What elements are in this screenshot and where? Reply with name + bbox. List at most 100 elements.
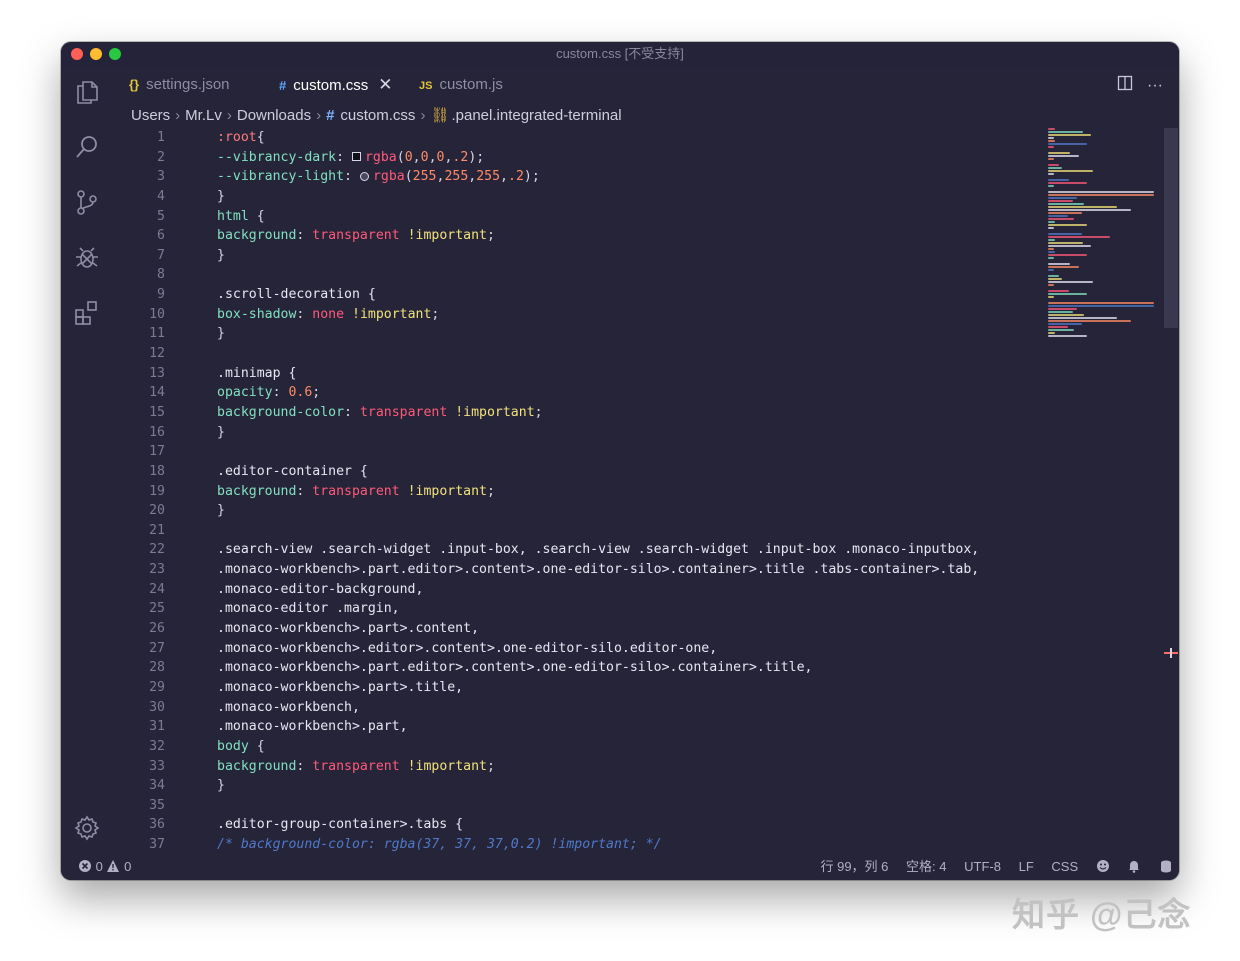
source-control-icon[interactable] <box>73 188 101 216</box>
code-line[interactable]: 31 .monaco-workbench>.part, <box>113 717 1173 737</box>
code-line[interactable]: 11} <box>113 324 1173 344</box>
code-line[interactable]: 6 background: transparent !important; <box>113 226 1173 246</box>
language-mode[interactable]: CSS <box>1051 859 1078 874</box>
search-icon[interactable] <box>73 133 101 161</box>
code-line[interactable]: 32 body { <box>113 737 1173 757</box>
error-count: 0 <box>95 859 103 874</box>
code-line[interactable]: 36 .editor-group-container>.tabs { <box>113 815 1173 835</box>
minimap[interactable] <box>1046 128 1166 348</box>
code-line[interactable]: 2 --vibrancy-dark: rgba(0,0,0,.2); <box>113 148 1173 168</box>
code-line[interactable]: 16} <box>113 423 1173 443</box>
line-number: 11 <box>149 326 165 342</box>
minimap-line <box>1048 179 1069 181</box>
settings-gear-icon[interactable] <box>73 814 101 842</box>
minimap-line <box>1048 233 1083 235</box>
minimize-window-button[interactable] <box>90 48 102 60</box>
window-title: custom.css [不受支持] <box>556 46 684 61</box>
breadcrumb-item[interactable]: Users <box>131 107 170 124</box>
code-line[interactable]: 27 .monaco-workbench>.editor>.content>.on… <box>113 639 1173 659</box>
code-line[interactable]: 8 <box>113 265 1173 285</box>
code-text: --vibrancy-dark: rgba(0,0,0,.2); <box>217 149 485 165</box>
cursor-position[interactable]: 行 99，列 6 <box>820 859 888 874</box>
feedback-smiley-icon[interactable] <box>1096 859 1114 874</box>
breadcrumb-symbol[interactable]: .panel.integrated-terminal <box>451 107 621 124</box>
code-editor[interactable]: 1:root{2 --vibrancy-dark: rgba(0,0,0,.2);… <box>113 128 1173 854</box>
line-number: 6 <box>157 228 165 244</box>
line-number: 36 <box>149 817 165 833</box>
notifications-bell-icon[interactable] <box>1127 859 1145 874</box>
breadcrumb-item[interactable]: Downloads <box>237 107 311 124</box>
code-line[interactable]: 9 .scroll-decoration { <box>113 285 1173 305</box>
encoding[interactable]: UTF-8 <box>964 859 1001 874</box>
color-swatch-icon[interactable] <box>359 171 369 181</box>
minimap-line <box>1048 194 1154 196</box>
code-line[interactable]: 5 html { <box>113 207 1173 227</box>
minimap-line <box>1048 203 1085 205</box>
minimap-line <box>1048 242 1084 244</box>
indentation[interactable]: 空格: 4 <box>906 859 946 874</box>
line-number: 7 <box>157 247 165 263</box>
problems-indicator[interactable]: 0 0 <box>78 854 131 880</box>
code-line[interactable]: 7} <box>113 246 1173 266</box>
code-line[interactable]: 30 .monaco-workbench, <box>113 698 1173 718</box>
chevron-right-icon: › <box>226 107 232 124</box>
line-number: 5 <box>157 208 165 224</box>
code-line[interactable]: 17 <box>113 442 1173 462</box>
minimap-line <box>1048 251 1055 253</box>
code-line[interactable]: 14 opacity: 0.6; <box>113 383 1173 403</box>
code-line[interactable]: 25 .monaco-editor .margin, <box>113 599 1173 619</box>
end-of-line[interactable]: LF <box>1019 859 1034 874</box>
close-icon[interactable]: ✕ <box>378 75 392 94</box>
tab-custom-js[interactable]: JS custom.js <box>419 66 503 104</box>
code-text: } <box>217 247 225 263</box>
minimap-line <box>1048 239 1055 241</box>
code-line[interactable]: 26 .monaco-workbench>.part>.content, <box>113 619 1173 639</box>
code-line[interactable]: 1:root{ <box>113 128 1173 148</box>
code-line[interactable]: 23 .monaco-workbench>.part.editor>.conten… <box>113 560 1173 580</box>
code-text: .monaco-workbench>.part.editor>.content>… <box>217 562 980 578</box>
watermark: 知乎 @己念 <box>1012 896 1192 933</box>
symbol-class-icon: ⛓ <box>430 107 450 124</box>
tab-settings-json[interactable]: {} settings.json <box>129 66 230 104</box>
code-line[interactable]: 37 /* background-color: rgba(37, 37, 37,0… <box>113 835 1173 854</box>
tab-label: custom.css <box>293 77 369 94</box>
code-text: opacity: 0.6; <box>217 385 321 401</box>
code-text: } <box>217 424 225 440</box>
code-line[interactable]: 12 <box>113 344 1173 364</box>
zoom-window-button[interactable] <box>109 48 121 60</box>
split-editor-icon[interactable] <box>1117 75 1133 96</box>
breadcrumb: Users › Mr.Lv › Downloads › # custom.css › ⛓ .pane… <box>131 104 622 128</box>
debug-icon[interactable] <box>73 243 101 271</box>
more-actions-icon[interactable]: ··· <box>1147 77 1163 95</box>
code-line[interactable]: 13 .minimap { <box>113 364 1173 384</box>
code-line[interactable]: 20} <box>113 501 1173 521</box>
code-line[interactable]: 3 --vibrancy-light: rgba(255,255,255,.2); <box>113 167 1173 187</box>
code-line[interactable]: 15 background-color: transparent !importa… <box>113 403 1173 423</box>
minimap-line <box>1048 209 1131 211</box>
breadcrumb-file[interactable]: custom.css <box>340 107 415 124</box>
breadcrumb-item[interactable]: Mr.Lv <box>185 107 222 124</box>
close-window-button[interactable] <box>71 48 83 60</box>
code-line[interactable]: 19 background: transparent !important; <box>113 482 1173 502</box>
code-line[interactable]: 33 background: transparent !important; <box>113 757 1173 777</box>
minimap-line <box>1048 296 1054 298</box>
code-line[interactable]: 35 <box>113 796 1173 816</box>
code-line[interactable]: 29 .monaco-workbench>.part>.title, <box>113 678 1173 698</box>
code-line[interactable]: 24 .monaco-editor-background, <box>113 580 1173 600</box>
code-line[interactable]: 34} <box>113 776 1173 796</box>
code-line[interactable]: 21 <box>113 521 1173 541</box>
code-line[interactable]: 28 .monaco-workbench>.part.editor>.conten… <box>113 658 1173 678</box>
code-line[interactable]: 10 box-shadow: none !important; <box>113 305 1173 325</box>
line-number: 10 <box>149 306 165 322</box>
editor-scrollbar[interactable] <box>1164 128 1178 328</box>
tab-custom-css[interactable]: # custom.css ✕ <box>279 66 393 104</box>
remote-account-icon[interactable] <box>1159 859 1173 874</box>
minimap-line <box>1048 284 1054 286</box>
explorer-icon[interactable] <box>73 78 101 106</box>
code-line[interactable]: 22 .search-view .search-widget .input-box… <box>113 540 1173 560</box>
extensions-icon[interactable] <box>73 298 101 326</box>
color-swatch-icon[interactable] <box>351 152 361 162</box>
line-number: 24 <box>149 581 165 597</box>
code-line[interactable]: 4} <box>113 187 1173 207</box>
code-line[interactable]: 18 .editor-container { <box>113 462 1173 482</box>
